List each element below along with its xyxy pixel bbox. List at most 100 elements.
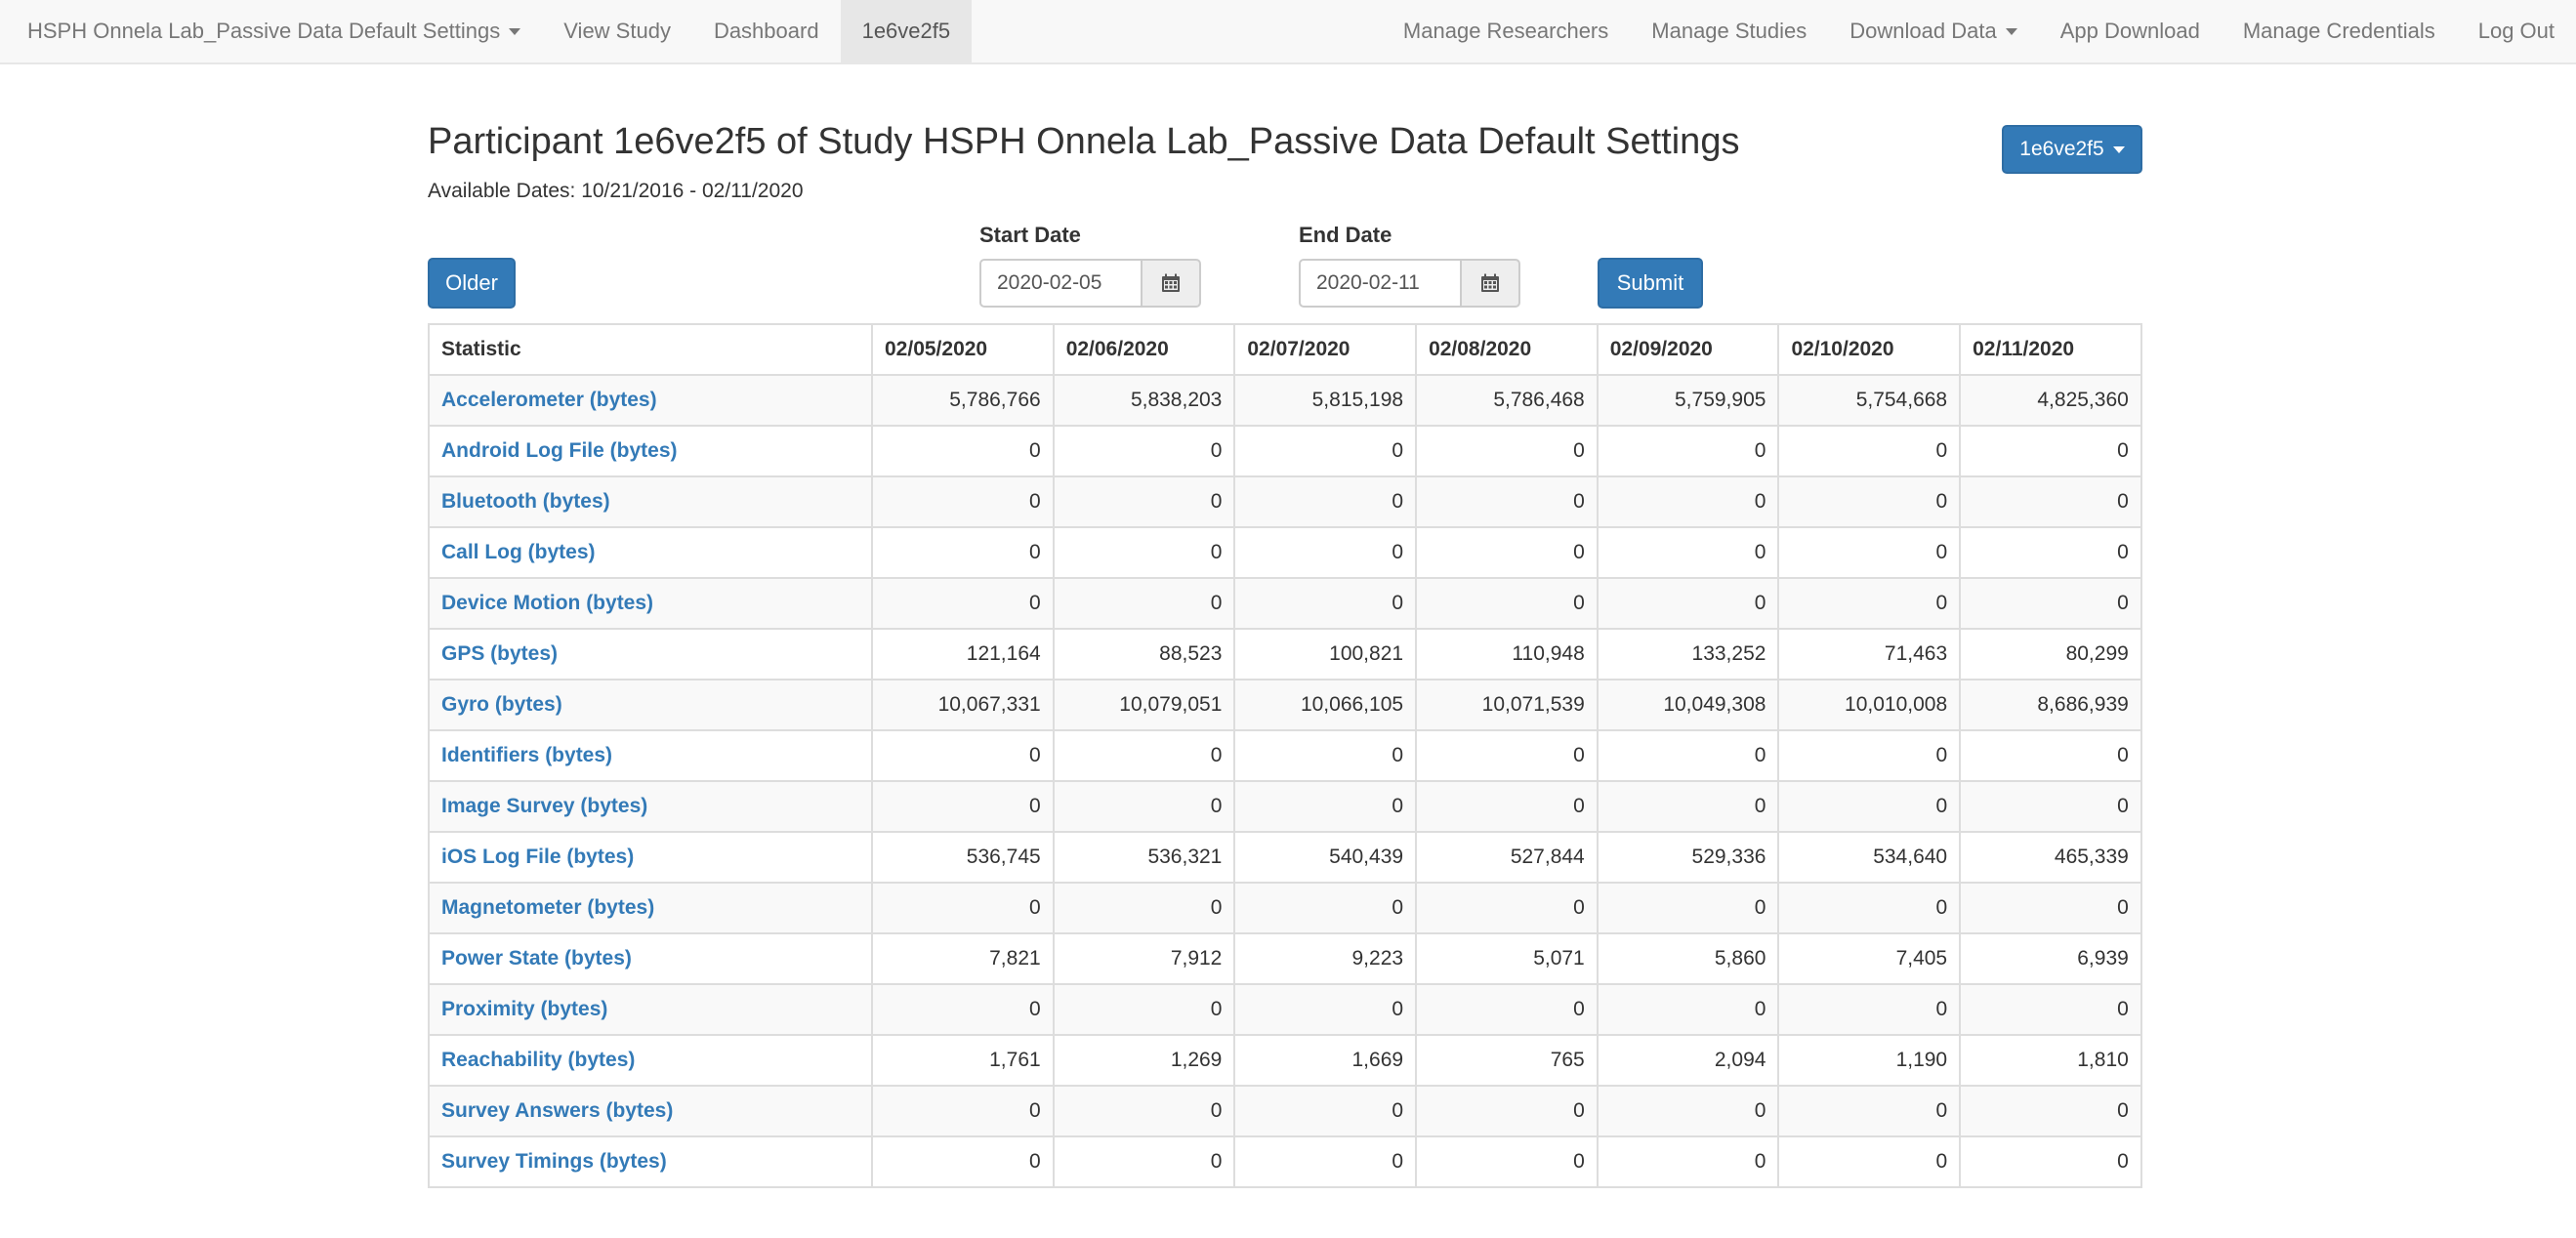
value-cell: 0 bbox=[1777, 526, 1962, 579]
end-date-input[interactable] bbox=[1299, 259, 1462, 308]
value-cell: 0 bbox=[1777, 475, 1962, 528]
statistic-cell: Call Log (bytes) bbox=[428, 526, 873, 579]
value-cell: 0 bbox=[1233, 1085, 1418, 1137]
value-cell: 0 bbox=[871, 577, 1055, 630]
nav-download-data-dropdown[interactable]: Download Data bbox=[1828, 0, 2038, 62]
value-cell: 0 bbox=[1596, 475, 1780, 528]
statistic-cell: Power State (bytes) bbox=[428, 932, 873, 985]
statistic-cell: Accelerometer (bytes) bbox=[428, 374, 873, 427]
statistic-cell: Image Survey (bytes) bbox=[428, 780, 873, 833]
statistic-cell: Magnetometer (bytes) bbox=[428, 882, 873, 934]
start-date-input[interactable] bbox=[979, 259, 1143, 308]
value-cell: 0 bbox=[1052, 983, 1236, 1036]
statistic-link[interactable]: Android Log File (bytes) bbox=[441, 439, 678, 462]
statistic-link[interactable]: Proximity (bytes) bbox=[441, 998, 607, 1020]
submit-button[interactable]: Submit bbox=[1598, 258, 1703, 309]
end-date-group bbox=[1299, 259, 1520, 308]
value-cell: 80,299 bbox=[1959, 628, 2142, 681]
value-cell: 0 bbox=[1959, 526, 2142, 579]
value-cell: 0 bbox=[871, 1135, 1055, 1188]
value-cell: 5,759,905 bbox=[1596, 374, 1780, 427]
study-dropdown[interactable]: HSPH Onnela Lab_Passive Data Default Set… bbox=[0, 0, 542, 62]
participant-select-button[interactable]: 1e6ve2f5 bbox=[2002, 125, 2142, 174]
value-cell: 0 bbox=[1959, 425, 2142, 477]
value-cell: 0 bbox=[871, 1085, 1055, 1137]
older-button[interactable]: Older bbox=[428, 258, 516, 309]
start-date-calendar-button[interactable] bbox=[1143, 259, 1201, 308]
column-header-date: 02/05/2020 bbox=[871, 323, 1055, 376]
value-cell: 5,786,468 bbox=[1415, 374, 1599, 427]
statistic-link[interactable]: Call Log (bytes) bbox=[441, 541, 596, 563]
statistic-link[interactable]: Image Survey (bytes) bbox=[441, 795, 647, 817]
statistic-cell: Survey Timings (bytes) bbox=[428, 1135, 873, 1188]
nav-participant-tab[interactable]: 1e6ve2f5 bbox=[840, 0, 973, 62]
value-cell: 540,439 bbox=[1233, 831, 1418, 884]
statistic-link[interactable]: Magnetometer (bytes) bbox=[441, 896, 654, 919]
value-cell: 0 bbox=[1233, 577, 1418, 630]
column-header-date: 02/06/2020 bbox=[1052, 323, 1236, 376]
value-cell: 0 bbox=[1959, 983, 2142, 1036]
nav-manage-researchers[interactable]: Manage Researchers bbox=[1382, 0, 1630, 62]
table-row: Gyro (bytes) 10,067,331 10,079,051 10,066,1… bbox=[428, 679, 2142, 731]
value-cell: 0 bbox=[1596, 882, 1780, 934]
statistic-link[interactable]: Bluetooth (bytes) bbox=[441, 490, 610, 513]
column-header-date: 02/09/2020 bbox=[1596, 323, 1780, 376]
statistic-cell: GPS (bytes) bbox=[428, 628, 873, 681]
value-cell: 534,640 bbox=[1777, 831, 1962, 884]
value-cell: 0 bbox=[1233, 729, 1418, 782]
available-dates: Available Dates: 10/21/2016 - 02/11/2020 bbox=[428, 180, 804, 202]
nav-manage-credentials[interactable]: Manage Credentials bbox=[2222, 0, 2457, 62]
statistic-link[interactable]: GPS (bytes) bbox=[441, 642, 558, 665]
nav-log-out[interactable]: Log Out bbox=[2457, 0, 2576, 62]
statistic-link[interactable]: Survey Answers (bytes) bbox=[441, 1099, 673, 1122]
table-row: Bluetooth (bytes) 0 0 0 0 0 0 0 bbox=[428, 475, 2142, 528]
value-cell: 0 bbox=[1233, 780, 1418, 833]
statistic-link[interactable]: Accelerometer (bytes) bbox=[441, 389, 657, 411]
value-cell: 0 bbox=[1052, 526, 1236, 579]
table-row: Reachability (bytes) 1,761 1,269 1,669 765 2,… bbox=[428, 1034, 2142, 1087]
statistic-link[interactable]: iOS Log File (bytes) bbox=[441, 846, 634, 868]
caret-down-icon bbox=[2112, 145, 2125, 153]
value-cell: 0 bbox=[1596, 983, 1780, 1036]
value-cell: 0 bbox=[1233, 882, 1418, 934]
value-cell: 0 bbox=[1959, 729, 2142, 782]
statistic-link[interactable]: Survey Timings (bytes) bbox=[441, 1150, 667, 1173]
nav-dashboard[interactable]: Dashboard bbox=[692, 0, 841, 62]
value-cell: 0 bbox=[871, 526, 1055, 579]
value-cell: 10,049,308 bbox=[1596, 679, 1780, 731]
value-cell: 10,010,008 bbox=[1777, 679, 1962, 731]
table-row: iOS Log File (bytes) 536,745 536,321 540,43… bbox=[428, 831, 2142, 884]
value-cell: 536,321 bbox=[1052, 831, 1236, 884]
value-cell: 0 bbox=[871, 425, 1055, 477]
value-cell: 465,339 bbox=[1959, 831, 2142, 884]
statistic-cell: Proximity (bytes) bbox=[428, 983, 873, 1036]
top-navbar: HSPH Onnela Lab_Passive Data Default Set… bbox=[0, 0, 2576, 64]
statistic-link[interactable]: Device Motion (bytes) bbox=[441, 592, 653, 614]
page-title: Participant 1e6ve2f5 of Study HSPH Onnel… bbox=[428, 121, 1740, 162]
statistic-link[interactable]: Gyro (bytes) bbox=[441, 693, 562, 716]
statistic-link[interactable]: Power State (bytes) bbox=[441, 947, 632, 970]
nav-manage-studies[interactable]: Manage Studies bbox=[1630, 0, 1828, 62]
value-cell: 0 bbox=[1596, 526, 1780, 579]
end-date-calendar-button[interactable] bbox=[1462, 259, 1520, 308]
value-cell: 10,066,105 bbox=[1233, 679, 1418, 731]
table-row: Accelerometer (bytes) 5,786,766 5,838,203 5… bbox=[428, 374, 2142, 427]
value-cell: 0 bbox=[1959, 780, 2142, 833]
value-cell: 0 bbox=[1596, 577, 1780, 630]
statistic-link[interactable]: Identifiers (bytes) bbox=[441, 744, 612, 766]
nav-app-download[interactable]: App Download bbox=[2039, 0, 2222, 62]
value-cell: 133,252 bbox=[1596, 628, 1780, 681]
statistic-link[interactable]: Reachability (bytes) bbox=[441, 1049, 635, 1071]
value-cell: 527,844 bbox=[1415, 831, 1599, 884]
statistic-cell: Android Log File (bytes) bbox=[428, 425, 873, 477]
table-row: GPS (bytes) 121,164 88,523 100,821 110,948 13… bbox=[428, 628, 2142, 681]
value-cell: 0 bbox=[1415, 425, 1599, 477]
value-cell: 0 bbox=[871, 983, 1055, 1036]
navbar-left: HSPH Onnela Lab_Passive Data Default Set… bbox=[0, 0, 973, 62]
value-cell: 71,463 bbox=[1777, 628, 1962, 681]
table-row: Identifiers (bytes) 0 0 0 0 0 0 0 bbox=[428, 729, 2142, 782]
nav-dashboard-label: Dashboard bbox=[713, 19, 819, 43]
value-cell: 0 bbox=[1052, 729, 1236, 782]
nav-view-study[interactable]: View Study bbox=[542, 0, 692, 62]
caret-down-icon bbox=[2005, 27, 2017, 35]
